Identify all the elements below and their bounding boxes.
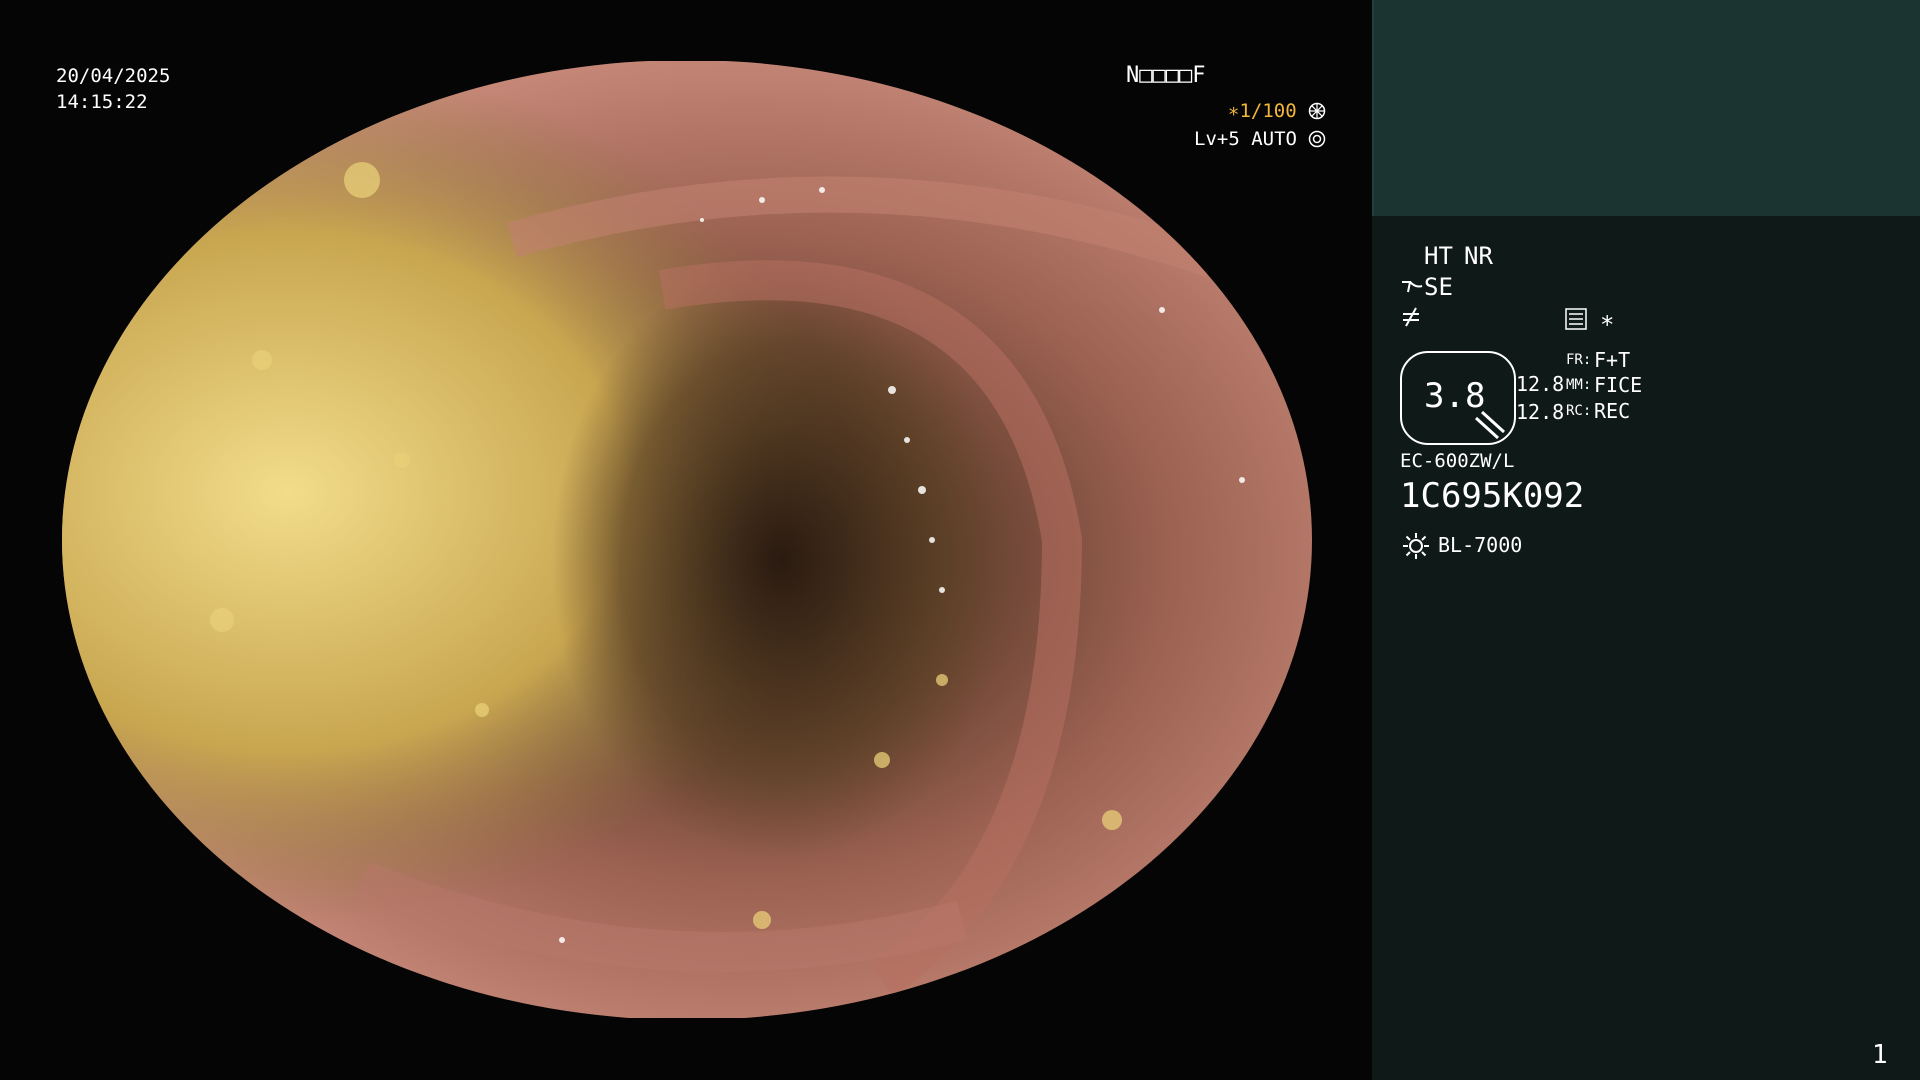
- patient-id: N□□□□F: [1126, 63, 1206, 88]
- rc-label: RC:: [1566, 403, 1592, 419]
- rc-value: REC: [1594, 399, 1631, 423]
- scope-model: EC-600ZW/L: [1400, 450, 1515, 472]
- zoom-value-2: 12.8: [1516, 400, 1565, 424]
- info-sidebar: HT NR SE ∗ 3.8 12.8 12.8 FR: F+T MM: FIC…: [1372, 0, 1920, 1080]
- top-mask: [0, 0, 1372, 61]
- sidebar-info-block: [1372, 216, 1920, 1080]
- zoom-value-1: 12.8: [1516, 372, 1565, 396]
- not-equal-icon: [1403, 307, 1419, 327]
- shutter-row: ∗1/100: [1228, 98, 1326, 124]
- scope-serial: 1C695K092: [1400, 476, 1585, 516]
- mm-label: MM:: [1566, 377, 1592, 393]
- shutter-speed: ∗1/100: [1228, 100, 1297, 122]
- colon-lumen-image: [62, 60, 1312, 1020]
- bottom-mask: [0, 1018, 1372, 1080]
- endoscopic-image: [62, 60, 1312, 1020]
- mm-value: FICE: [1594, 373, 1643, 397]
- aperture-icon: [1308, 102, 1326, 120]
- iris-icon: [1309, 130, 1326, 148]
- curve-icon: [1402, 281, 1423, 293]
- se-label: SE: [1424, 273, 1453, 301]
- light-source: BL-7000: [1438, 533, 1523, 557]
- sun-icon: [1403, 533, 1429, 559]
- asterisk-indicator: ∗: [1600, 306, 1615, 334]
- settings-list-icon: [1565, 308, 1587, 330]
- sidebar-header-block: [1372, 0, 1920, 216]
- ht-label: HT: [1424, 242, 1453, 270]
- nr-label: NR: [1464, 242, 1493, 270]
- auto-label: AUTO: [1251, 128, 1297, 150]
- endoscope-view-area: 20/04/2025 14:15:22 N□□□□F ∗1/100 Lv+5 A…: [0, 0, 1372, 1080]
- level-value: Lv+5: [1194, 128, 1240, 150]
- fr-label: FR:: [1566, 352, 1592, 368]
- exam-time: 14:15:22: [56, 91, 148, 113]
- auto-row: Lv+5 AUTO: [1194, 126, 1326, 152]
- fr-value: F+T: [1594, 348, 1631, 372]
- zoom-lever-icon: [1474, 410, 1506, 440]
- exam-date: 20/04/2025: [56, 65, 171, 87]
- page-number: 1: [1872, 1040, 1888, 1070]
